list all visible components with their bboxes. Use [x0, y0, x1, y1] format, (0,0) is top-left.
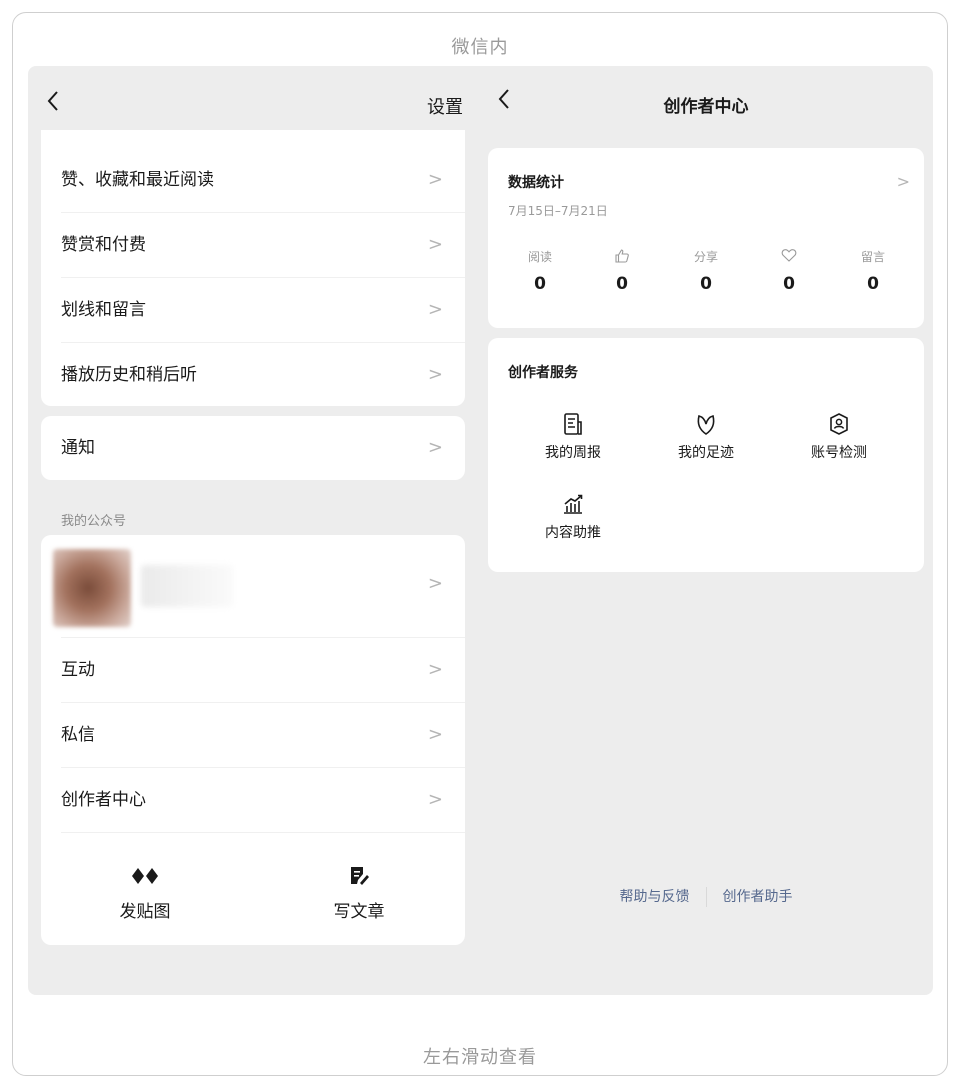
metric-likes: 0 [582, 248, 662, 294]
caption-bottom: 左右滑动查看 [423, 1047, 537, 1068]
report-icon [518, 412, 628, 438]
chevron-right-icon: > [427, 299, 443, 320]
screenshot-frame: 微信内 设置 赞、收藏和最近阅读 > 赞赏和付费 > 划线和留言 > 播放历史和… [12, 12, 948, 1076]
write-article-label: 写文章 [333, 902, 385, 922]
chevron-right-icon: > [427, 234, 443, 255]
official-account-card: > 互动 > 私信 > 创作者中心 > 发贴图 写文章 [41, 535, 465, 945]
menu-item-label: 通知 [61, 438, 95, 458]
account-profile-row[interactable]: > [41, 535, 465, 639]
metric-value: 0 [783, 274, 795, 294]
service-content-boost[interactable]: 内容助推 [518, 492, 628, 542]
metric-value: 0 [616, 274, 628, 294]
metric-label: 留言 [860, 250, 885, 264]
menu-item-play-history[interactable]: 播放历史和稍后听 > [61, 343, 453, 407]
metric-favorites: 0 [749, 248, 829, 294]
menu-item-notifications[interactable]: 通知 > [61, 416, 453, 480]
menu-item-label: 播放历史和稍后听 [61, 365, 197, 385]
metric-shares: 分享 0 [666, 248, 746, 294]
boost-chart-icon [518, 492, 628, 518]
service-account-check[interactable]: 账号检测 [784, 412, 894, 462]
page-title: 创作者中心 [663, 97, 749, 117]
stats-date-range: 7月15日–7月21日 [508, 204, 608, 218]
service-label: 我的周报 [545, 445, 601, 461]
metric-reads: 阅读 0 [500, 248, 580, 294]
help-feedback-link[interactable]: 帮助与反馈 [620, 889, 690, 905]
settings-panel: 设置 赞、收藏和最近阅读 > 赞赏和付费 > 划线和留言 > 播放历史和稍后听 … [28, 66, 479, 995]
creator-services-card: 创作者服务 我的周报 我的足迹 账号检测 内容助推 [488, 338, 924, 572]
settings-nav-bar: 设置 [28, 66, 479, 130]
data-statistics-card[interactable]: 数据统计 7月15日–7月21日 > 阅读 0 0 分享 0 0 留言 0 [488, 148, 924, 328]
service-label: 账号检测 [811, 445, 867, 461]
service-label: 我的足迹 [678, 445, 734, 461]
post-image-button[interactable]: 发贴图 [85, 865, 205, 922]
menu-item-label: 赞、收藏和最近阅读 [61, 170, 214, 190]
metric-value: 0 [534, 274, 546, 294]
caption-top: 微信内 [451, 37, 509, 58]
menu-item-private-messages[interactable]: 私信 > [61, 703, 453, 767]
creator-center-panel: 创作者中心 数据统计 7月15日–7月21日 > 阅读 0 0 分享 0 0 留… [479, 66, 933, 995]
menu-item-highlights-comments[interactable]: 划线和留言 > [61, 278, 453, 342]
footer-links: 帮助与反馈 创作者助手 [479, 886, 933, 907]
notification-card: 通知 > [41, 416, 465, 480]
service-my-footprints[interactable]: 我的足迹 [651, 412, 761, 462]
chevron-right-icon: > [427, 659, 443, 680]
metric-label: 分享 [693, 250, 718, 264]
stats-title: 数据统计 [508, 175, 564, 191]
menu-item-rewards-payments[interactable]: 赞赏和付费 > [61, 213, 453, 277]
write-article-button[interactable]: 写文章 [299, 865, 419, 922]
chevron-right-icon: > [427, 724, 443, 745]
chevron-right-icon: > [427, 437, 443, 458]
account-name-redacted [141, 565, 233, 607]
menu-item-label: 划线和留言 [61, 300, 146, 320]
menu-item-creator-center[interactable]: 创作者中心 > [61, 768, 453, 832]
thumbs-up-icon [582, 248, 662, 266]
chevron-right-icon: > [427, 364, 443, 385]
heart-icon [749, 248, 829, 266]
page-title: 设置 [427, 97, 463, 118]
metric-value: 0 [867, 274, 879, 294]
sprout-icon [651, 412, 761, 438]
menu-item-label: 赞赏和付费 [61, 235, 146, 255]
diamonds-icon [85, 865, 205, 889]
phone-stage: 设置 赞、收藏和最近阅读 > 赞赏和付费 > 划线和留言 > 播放历史和稍后听 … [28, 66, 933, 995]
chevron-right-icon: > [427, 789, 443, 810]
menu-item-label: 创作者中心 [61, 790, 146, 810]
divider [705, 887, 707, 907]
chevron-right-icon: > [427, 169, 443, 190]
chevron-right-icon: > [427, 573, 443, 594]
section-label-my-accounts: 我的公众号 [61, 514, 127, 529]
service-weekly-report[interactable]: 我的周报 [518, 412, 628, 462]
back-icon[interactable] [46, 90, 66, 111]
metric-label: 阅读 [527, 250, 552, 264]
metric-comments: 留言 0 [833, 248, 913, 294]
chevron-right-icon: > [896, 172, 910, 191]
menu-item-label: 互动 [61, 660, 95, 680]
divider [61, 832, 465, 833]
metric-value: 0 [700, 274, 712, 294]
services-title: 创作者服务 [508, 365, 578, 381]
settings-menu-card: 赞、收藏和最近阅读 > 赞赏和付费 > 划线和留言 > 播放历史和稍后听 > [41, 130, 465, 406]
creator-assistant-link[interactable]: 创作者助手 [723, 889, 793, 905]
account-check-icon [784, 412, 894, 438]
compose-icon [299, 865, 419, 889]
menu-item-interactions[interactable]: 互动 > [61, 638, 453, 702]
post-image-label: 发贴图 [119, 902, 171, 922]
service-label: 内容助推 [545, 525, 601, 541]
avatar [53, 549, 131, 627]
menu-item-label: 私信 [61, 725, 95, 745]
menu-item-likes-favorites[interactable]: 赞、收藏和最近阅读 > [61, 148, 453, 212]
